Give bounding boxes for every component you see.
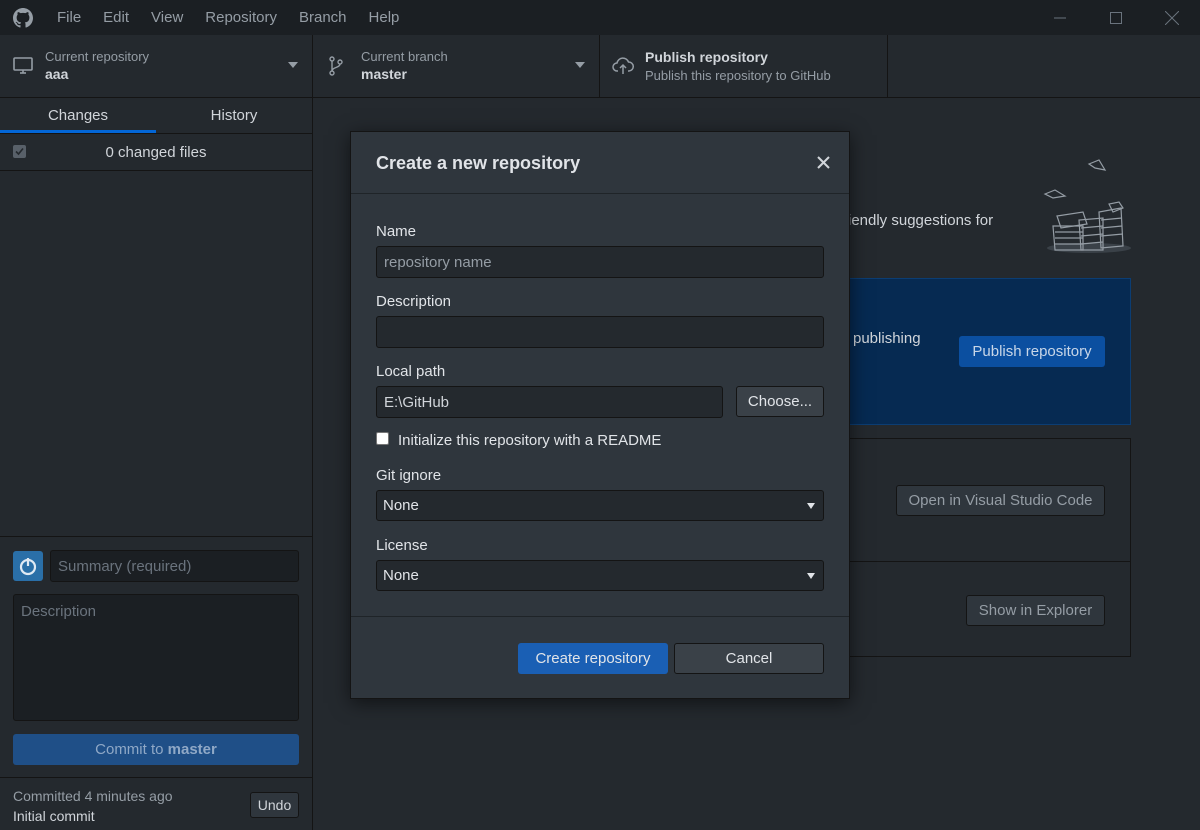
suggestions-text: riendly suggestions for	[843, 212, 994, 229]
chevron-down-icon	[807, 573, 815, 579]
sidebar: Changes History 0 changed files Commit t…	[0, 98, 313, 830]
cloud-upload-icon	[612, 57, 634, 75]
show-in-explorer-button[interactable]: Show in Explorer	[966, 595, 1105, 626]
commit-button[interactable]: Commit to master	[13, 734, 299, 765]
commit-description-input[interactable]	[13, 594, 299, 721]
divider	[843, 561, 1131, 562]
name-label: Name	[376, 223, 417, 240]
commit-area: Commit to master	[0, 536, 312, 777]
avatar	[13, 551, 43, 581]
menu-view[interactable]: View	[140, 0, 194, 35]
gitignore-label: Git ignore	[376, 467, 442, 484]
publish-repository-title: Publish repository	[645, 49, 768, 65]
readme-label: Initialize this repository with a README	[398, 432, 662, 449]
current-repository-name: aaa	[45, 66, 69, 82]
repository-description-input[interactable]	[376, 316, 824, 348]
dialog-footer: Create repository Cancel	[351, 616, 849, 698]
maximize-icon[interactable]	[1088, 0, 1144, 35]
actions-panel: Open in Visual Studio Code Show in Explo…	[843, 438, 1131, 657]
publish-repository-button[interactable]: Publish repository	[959, 336, 1105, 367]
current-branch-button[interactable]: Current branch master	[313, 35, 600, 97]
changed-files-count: 0 changed files	[105, 143, 207, 161]
tab-history[interactable]: History	[156, 98, 312, 133]
current-repository-label: Current repository	[45, 49, 150, 64]
gitignore-select[interactable]: None	[376, 490, 824, 521]
undo-button[interactable]: Undo	[250, 792, 299, 818]
current-repository-button[interactable]: Current repository aaa	[0, 35, 313, 97]
create-repository-button[interactable]: Create repository	[518, 643, 668, 674]
gitignore-value: None	[383, 497, 419, 514]
license-select[interactable]: None	[376, 560, 824, 591]
readme-checkbox[interactable]	[376, 432, 389, 445]
select-all-checkbox[interactable]	[13, 145, 26, 158]
publish-panel: publishing Publish repository	[843, 278, 1131, 425]
changes-header: 0 changed files	[0, 134, 312, 171]
minimize-icon[interactable]	[1032, 0, 1088, 35]
close-window-icon[interactable]	[1144, 0, 1200, 35]
desktop-icon	[12, 57, 34, 75]
cancel-button[interactable]: Cancel	[674, 643, 824, 674]
license-label: License	[376, 537, 428, 554]
repository-name-input[interactable]	[376, 246, 824, 278]
publish-repository-subtitle: Publish this repository to GitHub	[645, 68, 831, 83]
tab-changes[interactable]: Changes	[0, 98, 156, 133]
branch-icon	[325, 56, 347, 76]
commit-button-branch: master	[167, 741, 217, 758]
current-branch-label: Current branch	[361, 49, 448, 64]
chevron-down-icon	[807, 503, 815, 509]
close-icon[interactable]	[815, 154, 831, 170]
chevron-down-icon	[575, 62, 585, 68]
dialog-title: Create a new repository	[376, 153, 581, 173]
choose-button[interactable]: Choose...	[736, 386, 824, 417]
sidebar-tabs: Changes History	[0, 98, 312, 134]
chevron-down-icon	[288, 62, 298, 68]
window-controls	[1032, 0, 1200, 35]
github-logo-icon	[0, 0, 46, 35]
current-branch-name: master	[361, 66, 407, 82]
toolbar: Current repository aaa Current branch ma…	[0, 35, 1200, 98]
commit-summary-input[interactable]	[50, 550, 299, 582]
publish-panel-text: publishing	[853, 330, 921, 347]
last-commit-message: Initial commit	[13, 808, 95, 824]
local-path-input[interactable]	[376, 386, 723, 418]
open-in-vscode-button[interactable]: Open in Visual Studio Code	[896, 485, 1105, 516]
commit-button-prefix: Commit to	[95, 741, 168, 758]
license-value: None	[383, 567, 419, 584]
menu-file[interactable]: File	[46, 0, 92, 35]
last-commit-time: Committed 4 minutes ago	[13, 788, 173, 804]
description-label: Description	[376, 293, 452, 310]
menu-repository[interactable]: Repository	[194, 0, 288, 35]
title-bar: File Edit View Repository Branch Help	[0, 0, 1200, 35]
create-repository-dialog: Create a new repository Name Description…	[350, 131, 850, 699]
menu-edit[interactable]: Edit	[92, 0, 140, 35]
menu-branch[interactable]: Branch	[288, 0, 358, 35]
paper-stack-illustration-icon	[1043, 156, 1135, 259]
dialog-header: Create a new repository	[351, 132, 849, 194]
local-path-label: Local path	[376, 363, 446, 380]
menu-help[interactable]: Help	[358, 0, 411, 35]
last-commit: Committed 4 minutes ago Initial commit U…	[0, 777, 312, 830]
publish-repository-toolbar-button[interactable]: Publish repository Publish this reposito…	[600, 35, 888, 97]
